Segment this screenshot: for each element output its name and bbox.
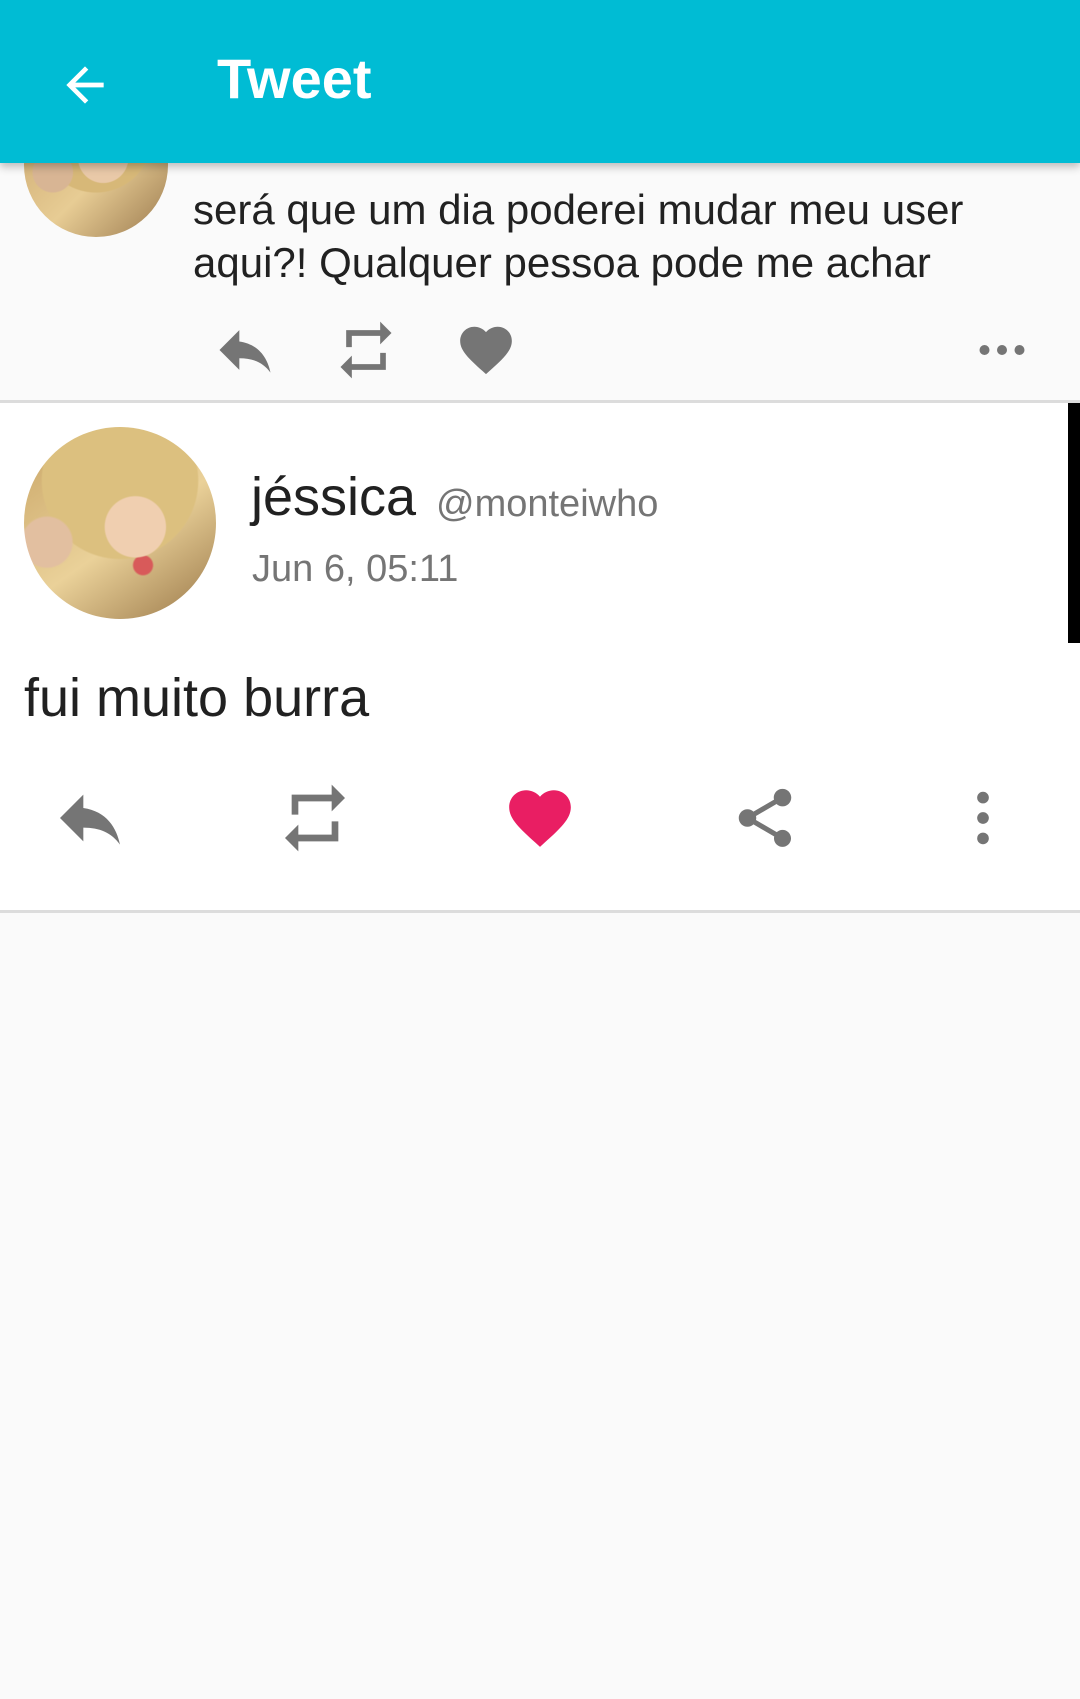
more-horiz-icon: [979, 345, 1025, 355]
user-handle[interactable]: @monteiwho: [436, 481, 658, 527]
main-tweet: jéssica @monteiwho Jun 6, 05:11 fui muit…: [0, 403, 1080, 910]
reply-button[interactable]: [205, 315, 285, 385]
more-vert-icon: [977, 791, 989, 845]
parent-tweet-actions: [0, 315, 1080, 385]
avatar[interactable]: [24, 163, 168, 237]
display-name[interactable]: jéssica: [251, 465, 416, 529]
share-button[interactable]: [715, 773, 815, 863]
more-options-button[interactable]: [933, 773, 1033, 863]
reply-icon: [60, 794, 120, 845]
parent-tweet[interactable]: será que um dia poderei mudar meu user a…: [0, 163, 1080, 401]
app-bar: Tweet: [0, 0, 1080, 163]
like-button[interactable]: [490, 773, 590, 863]
tweet-text: fui muito burra: [24, 668, 370, 728]
retweet-icon: [340, 321, 392, 379]
reply-icon: [219, 330, 271, 373]
scrollbar[interactable]: [1068, 403, 1080, 643]
arrow-back-icon: [66, 66, 104, 104]
retweet-icon: [285, 784, 345, 852]
avatar[interactable]: [24, 427, 216, 619]
parent-tweet-text: será que um dia poderei mudar meu user a…: [193, 186, 964, 286]
timestamp: Jun 6, 05:11: [252, 548, 459, 590]
like-icon: [460, 326, 512, 375]
like-button[interactable]: [446, 315, 526, 385]
share-icon: [738, 788, 792, 847]
divider: [0, 910, 1080, 913]
retweet-button[interactable]: [265, 773, 365, 863]
retweet-button[interactable]: [326, 315, 406, 385]
like-icon: [509, 790, 571, 847]
page-title: Tweet: [217, 47, 372, 110]
reply-button[interactable]: [40, 773, 140, 863]
back-button[interactable]: [50, 50, 120, 120]
more-options-button[interactable]: [962, 315, 1042, 385]
